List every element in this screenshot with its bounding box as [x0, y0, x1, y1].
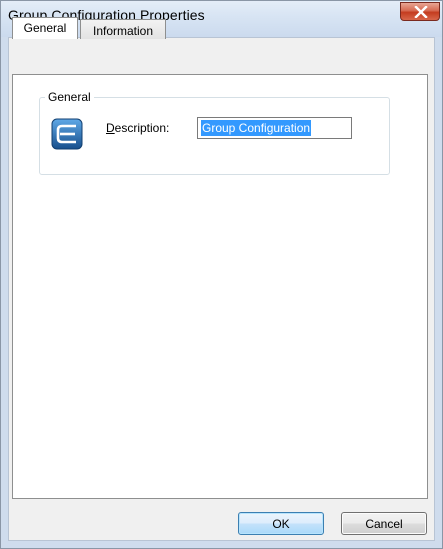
group-configuration-icon — [51, 118, 83, 150]
close-button[interactable] — [400, 2, 440, 21]
close-icon — [414, 6, 428, 18]
cancel-button-label: Cancel — [365, 517, 403, 531]
general-groupbox-legend: General — [45, 90, 94, 104]
description-input-value: Group Configuration — [201, 120, 312, 136]
tab-information-label: Information — [92, 24, 154, 38]
ok-button[interactable]: OK — [238, 512, 324, 535]
cancel-button[interactable]: Cancel — [341, 512, 427, 535]
tab-information[interactable]: Information — [80, 19, 166, 39]
description-label-accelerator: D — [106, 121, 115, 135]
tab-general[interactable]: General — [12, 17, 78, 39]
description-input[interactable]: Group Configuration — [197, 117, 352, 139]
description-label: Description: — [106, 121, 169, 135]
tab-general-label: General — [23, 21, 67, 35]
ok-button-label: OK — [272, 517, 290, 531]
description-label-text: escription: — [114, 121, 170, 135]
